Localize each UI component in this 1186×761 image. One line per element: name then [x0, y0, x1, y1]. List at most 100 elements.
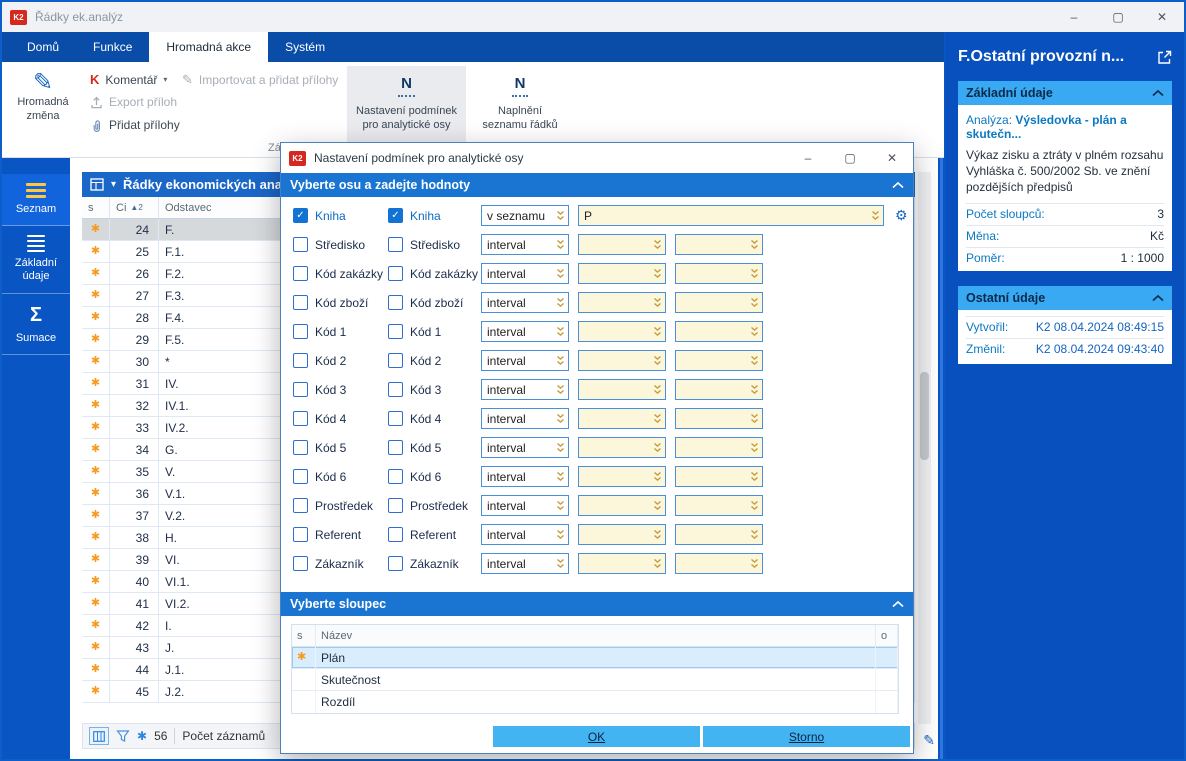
axis-checkbox[interactable] — [293, 353, 308, 368]
dropdown-arrows-icon[interactable] — [556, 442, 565, 454]
dropdown-arrows-icon[interactable] — [653, 384, 662, 396]
value-field-to[interactable] — [675, 234, 763, 255]
section-header[interactable]: Ostatní údaje — [958, 285, 1172, 310]
column-row[interactable]: ✱ Plán — [292, 647, 898, 669]
axis-checkbox[interactable]: ✓ — [388, 208, 403, 223]
dropdown-arrows-icon[interactable] — [750, 326, 759, 338]
export-attachments-button[interactable]: Export příloh — [90, 95, 177, 109]
open-external-icon[interactable] — [1157, 50, 1172, 65]
dropdown-arrows-icon[interactable] — [750, 355, 759, 367]
value-field-from[interactable] — [578, 408, 666, 429]
dropdown-arrows-icon[interactable] — [653, 297, 662, 309]
axis-checkbox[interactable]: ✓ — [293, 208, 308, 223]
add-attachments-button[interactable]: Přidat přílohy — [90, 118, 180, 132]
axis-checkbox[interactable] — [388, 266, 403, 281]
axes-section-header[interactable]: Vyberte osu a zadejte hodnoty — [281, 173, 913, 197]
axis-checkbox[interactable] — [388, 527, 403, 542]
dropdown-arrows-icon[interactable] — [653, 268, 662, 280]
value-field-to[interactable] — [675, 321, 763, 342]
operator-combo[interactable]: interval — [481, 234, 569, 255]
value-field-to[interactable] — [675, 466, 763, 487]
axis-checkbox[interactable] — [293, 469, 308, 484]
axis-checkbox[interactable] — [388, 237, 403, 252]
value-field-from[interactable] — [578, 263, 666, 284]
dropdown-arrows-icon[interactable] — [653, 471, 662, 483]
value-field-to[interactable] — [675, 379, 763, 400]
dropdown-arrows-icon[interactable] — [750, 297, 759, 309]
bulk-change-button[interactable]: ✎ Hromadná změna — [10, 70, 76, 124]
columns-setup-icon[interactable] — [89, 727, 109, 745]
operator-combo[interactable]: interval — [481, 263, 569, 284]
dropdown-arrows-icon[interactable] — [556, 210, 565, 222]
value-field[interactable]: P — [578, 205, 884, 226]
dropdown-arrows-icon[interactable] — [556, 326, 565, 338]
axis-checkbox[interactable] — [388, 498, 403, 513]
operator-combo[interactable]: interval — [481, 408, 569, 429]
axis-checkbox[interactable] — [388, 469, 403, 484]
operator-combo[interactable]: interval — [481, 321, 569, 342]
dropdown-arrows-icon[interactable] — [750, 529, 759, 541]
maximize-button[interactable]: ▢ — [1096, 2, 1140, 32]
dropdown-arrows-icon[interactable] — [750, 471, 759, 483]
chevron-up-icon[interactable] — [892, 181, 904, 189]
chevron-up-icon[interactable] — [1152, 89, 1164, 97]
dropdown-arrows-icon[interactable] — [750, 558, 759, 570]
dropdown-arrows-icon[interactable] — [556, 558, 565, 570]
dropdown-arrows-icon[interactable] — [556, 529, 565, 541]
close-button[interactable]: ✕ — [1140, 2, 1184, 32]
axis-checkbox[interactable] — [388, 295, 403, 310]
operator-combo[interactable]: v seznamu — [481, 205, 569, 226]
dropdown-arrows-icon[interactable] — [556, 413, 565, 425]
operator-combo[interactable]: interval — [481, 553, 569, 574]
scrollbar-thumb[interactable] — [920, 372, 929, 460]
snowflake-icon[interactable]: ✱ — [137, 729, 147, 743]
axis-checkbox[interactable] — [293, 266, 308, 281]
value-field-to[interactable] — [675, 292, 763, 313]
minimize-button[interactable]: – — [1052, 2, 1096, 32]
set-conditions-button[interactable]: N Nastavení podmínek pro analytické osy — [347, 66, 466, 150]
filter-icon[interactable] — [116, 729, 130, 743]
dropdown-arrows-icon[interactable] — [556, 297, 565, 309]
dropdown-arrows-icon[interactable] — [556, 471, 565, 483]
sidebar-item-seznam[interactable]: Seznam — [2, 174, 70, 227]
axis-checkbox[interactable] — [293, 411, 308, 426]
ok-button[interactable]: OK — [493, 726, 700, 747]
dialog-maximize-button[interactable]: ▢ — [829, 143, 871, 173]
dropdown-arrows-icon[interactable] — [653, 239, 662, 251]
operator-combo[interactable]: interval — [481, 292, 569, 313]
comment-button[interactable]: K Komentář ▾ — [90, 72, 167, 87]
axis-checkbox[interactable] — [293, 527, 308, 542]
operator-combo[interactable]: interval — [481, 350, 569, 371]
axis-checkbox[interactable] — [293, 556, 308, 571]
value-field-from[interactable] — [578, 524, 666, 545]
tab-system[interactable]: Systém — [268, 32, 342, 62]
value-field-to[interactable] — [675, 524, 763, 545]
operator-combo[interactable]: interval — [481, 437, 569, 458]
dropdown-arrows-icon[interactable] — [750, 239, 759, 251]
cancel-button[interactable]: Storno — [703, 726, 910, 747]
dropdown-arrows-icon[interactable] — [653, 355, 662, 367]
dropdown-arrows-icon[interactable] — [653, 442, 662, 454]
axis-checkbox[interactable] — [293, 295, 308, 310]
column-row[interactable]: Skutečnost — [292, 669, 898, 691]
dropdown-arrows-icon[interactable] — [556, 239, 565, 251]
chevron-up-icon[interactable] — [1152, 294, 1164, 302]
dropdown-arrows-icon[interactable] — [750, 268, 759, 280]
value-field-from[interactable] — [578, 495, 666, 516]
dropdown-arrows-icon[interactable] — [750, 413, 759, 425]
tab-hromadna-akce[interactable]: Hromadná akce — [149, 32, 269, 62]
value-field-from[interactable] — [578, 553, 666, 574]
axis-checkbox[interactable] — [293, 237, 308, 252]
dropdown-arrows-icon[interactable] — [556, 384, 565, 396]
dropdown-arrows-icon[interactable] — [750, 500, 759, 512]
dropdown-arrows-icon[interactable] — [556, 500, 565, 512]
column-header-s[interactable]: s — [82, 197, 110, 218]
dropdown-arrows-icon[interactable] — [653, 558, 662, 570]
import-add-attachments-button[interactable]: ✎ Importovat a přidat přílohy — [182, 72, 338, 88]
value-field-to[interactable] — [675, 553, 763, 574]
dialog-close-button[interactable]: ✕ — [871, 143, 913, 173]
sidebar-item-zakladni-udaje[interactable]: Základní údaje — [2, 226, 70, 294]
axis-checkbox[interactable] — [293, 324, 308, 339]
value-field-from[interactable] — [578, 234, 666, 255]
axis-checkbox[interactable] — [388, 411, 403, 426]
